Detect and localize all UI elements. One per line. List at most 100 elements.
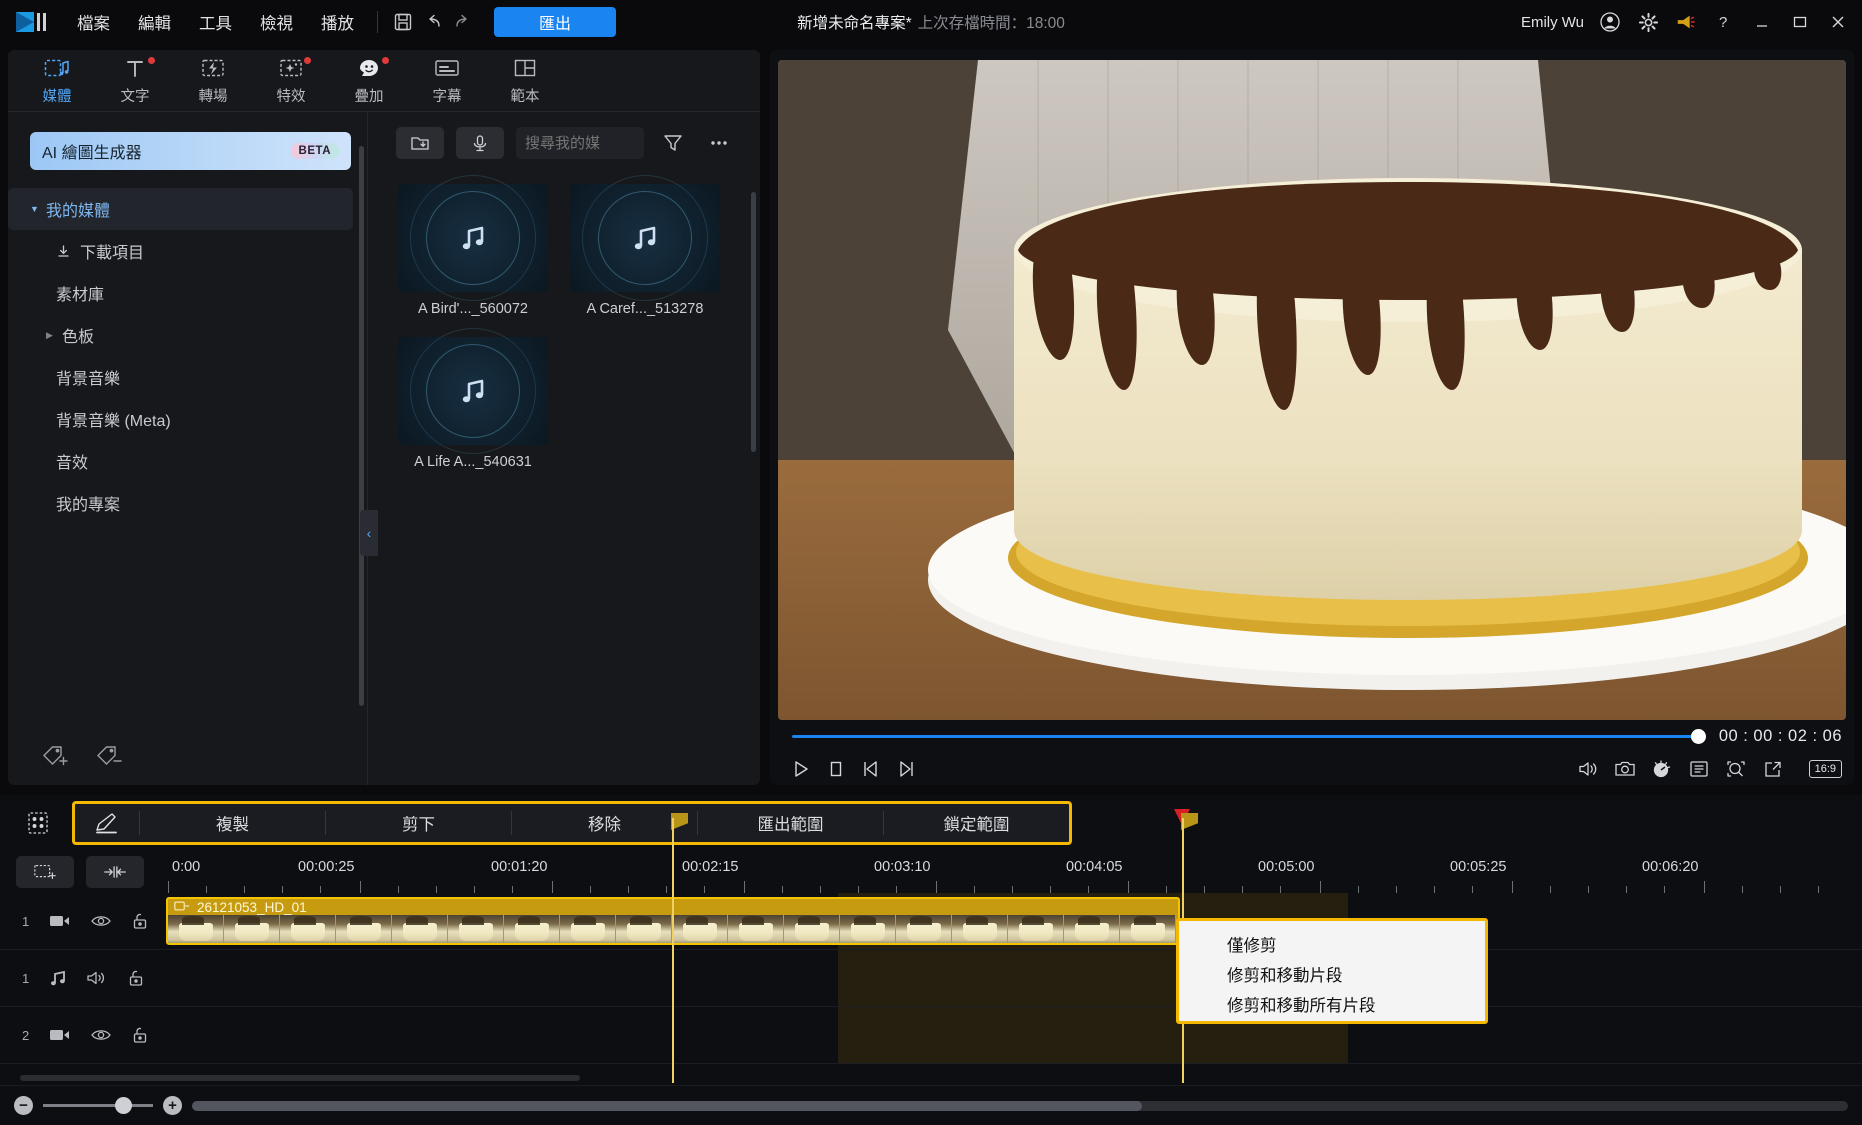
tab-template[interactable]: 範本	[486, 52, 564, 110]
media-thumbnail[interactable]	[570, 184, 720, 292]
eye-icon[interactable]	[90, 913, 112, 929]
library-tree-scrollbar[interactable]	[359, 146, 364, 706]
track-lane-video-1[interactable]: 26121053_HD_01	[166, 893, 1862, 949]
sidebar-item-sound-effects[interactable]: 音效	[8, 440, 353, 482]
preview-frame-image	[778, 60, 1846, 720]
tab-effect[interactable]: 特效	[252, 52, 330, 110]
maximize-icon[interactable]	[1786, 8, 1814, 36]
video-editor-app: 檔案 編輯 工具 檢視 播放 匯出	[0, 0, 1862, 1125]
prev-frame-icon[interactable]	[860, 758, 882, 780]
megaphone-icon[interactable]	[1672, 8, 1700, 36]
range-cut-button[interactable]: 剪下	[326, 811, 511, 835]
tag-add-icon[interactable]	[40, 742, 70, 773]
tag-remove-icon[interactable]	[94, 742, 124, 773]
menu-edit[interactable]: 編輯	[125, 5, 184, 39]
stop-icon[interactable]	[825, 758, 847, 780]
sidebar-item-my-media[interactable]: ▼ 我的媒體	[8, 188, 353, 230]
menu-play[interactable]: 播放	[308, 5, 367, 39]
media-thumbnail[interactable]	[398, 184, 548, 292]
ruler-label: 0:00	[172, 859, 200, 875]
unlock-icon[interactable]	[131, 912, 149, 930]
sidebar-item-stock-library[interactable]: 素材庫	[8, 272, 353, 314]
ruler-tick	[628, 886, 629, 893]
media-thumbnail[interactable]	[398, 337, 548, 445]
sidebar-item-background-music[interactable]: 背景音樂	[8, 356, 353, 398]
tab-overlay[interactable]: 疊加	[330, 52, 408, 110]
range-lock-button[interactable]: 鎖定範圍	[884, 811, 1069, 835]
close-icon[interactable]	[1824, 8, 1852, 36]
detach-window-icon[interactable]	[1762, 759, 1784, 779]
menu-view[interactable]: 檢視	[247, 5, 306, 39]
context-menu-item-trim-move-all[interactable]: 修剪和移動所有片段	[1179, 989, 1485, 1019]
account-icon[interactable]	[1596, 8, 1624, 36]
timeline-view-icon[interactable]	[16, 804, 60, 842]
zoom-slider-handle[interactable]	[115, 1097, 132, 1114]
menu-file[interactable]: 檔案	[64, 5, 123, 39]
unlock-icon[interactable]	[127, 969, 145, 987]
search-input[interactable]	[525, 135, 635, 152]
aspect-ratio-badge[interactable]: 16:9	[1809, 760, 1842, 778]
timeline-inner-scroll-thumb[interactable]	[20, 1075, 580, 1081]
zoom-slider[interactable]	[43, 1104, 153, 1107]
timeline-scroll-thumb[interactable]	[192, 1101, 1142, 1111]
sidebar-item-my-projects[interactable]: 我的專案	[8, 482, 353, 524]
sidebar-item-downloads[interactable]: 下載項目	[8, 230, 353, 272]
import-media-icon[interactable]	[396, 127, 444, 159]
sidebar-item-label: 背景音樂	[56, 365, 120, 389]
redo-icon[interactable]	[448, 7, 478, 37]
range-export-button[interactable]: 匯出範圍	[698, 811, 883, 835]
volume-icon[interactable]	[1577, 759, 1599, 779]
context-menu-item-trim-move-clip[interactable]: 修剪和移動片段	[1179, 959, 1485, 989]
gear-icon[interactable]	[1634, 8, 1662, 36]
range-copy-button[interactable]: 複製	[140, 811, 325, 835]
track-lane-audio-1[interactable]	[166, 950, 1862, 1006]
undo-icon[interactable]	[418, 7, 448, 37]
display-quality-icon[interactable]	[1651, 759, 1673, 779]
add-track-icon[interactable]	[16, 856, 74, 888]
more-options-icon[interactable]	[702, 127, 736, 159]
media-item[interactable]: A Bird'..._560072	[398, 184, 548, 317]
menu-tools[interactable]: 工具	[186, 5, 245, 39]
help-icon[interactable]: ?	[1710, 8, 1738, 36]
media-grid-scrollbar[interactable]	[751, 192, 756, 452]
seek-slider[interactable]	[792, 735, 1699, 738]
save-icon[interactable]	[388, 7, 418, 37]
speaker-icon[interactable]	[86, 970, 108, 986]
chevron-left-icon[interactable]: ‹	[360, 510, 378, 556]
next-frame-icon[interactable]	[895, 758, 917, 780]
ai-image-generator-button[interactable]: AI 繪圖生成器 BETA	[30, 132, 351, 170]
seek-handle[interactable]	[1691, 729, 1706, 744]
range-remove-button[interactable]: 移除	[512, 811, 697, 835]
ripple-edit-icon[interactable]	[86, 856, 144, 888]
timeline-inner-scrollbar[interactable]	[0, 1075, 1862, 1083]
track-lane-video-2[interactable]	[166, 1007, 1862, 1063]
timeline-ruler[interactable]: 0:00 00:00:25 00:01:20 00:02:15 00:03:10…	[166, 851, 1862, 893]
zoom-out-icon[interactable]: −	[14, 1096, 33, 1115]
range-selection-icon[interactable]	[75, 810, 139, 836]
media-item[interactable]: A Caref..._513278	[570, 184, 720, 317]
minimize-icon[interactable]	[1748, 8, 1776, 36]
tab-overlay-label: 疊加	[355, 85, 384, 106]
tab-subtitle[interactable]: 字幕	[408, 52, 486, 110]
sidebar-item-color-boards[interactable]: ▶ 色板	[8, 314, 353, 356]
sidebar-item-label: 素材庫	[56, 281, 104, 305]
video-preview[interactable]	[778, 60, 1846, 720]
tab-text[interactable]: 文字	[96, 52, 174, 110]
media-item[interactable]: A Life A..._540631	[398, 337, 548, 470]
sidebar-item-background-music-meta[interactable]: 背景音樂 (Meta)	[8, 398, 353, 440]
zoom-in-icon[interactable]: +	[163, 1096, 182, 1115]
search-input-wrap[interactable]	[516, 127, 644, 159]
play-icon[interactable]	[790, 758, 812, 780]
context-menu-item-trim-only[interactable]: 僅修剪	[1179, 929, 1485, 959]
notes-icon[interactable]	[1688, 759, 1710, 779]
export-button[interactable]: 匯出	[494, 7, 616, 37]
snapshot-icon[interactable]	[1614, 759, 1636, 779]
microphone-icon[interactable]	[456, 127, 504, 159]
tab-media[interactable]: 媒體	[18, 52, 96, 110]
filter-icon[interactable]	[656, 127, 690, 159]
tab-transition[interactable]: 轉場	[174, 52, 252, 110]
zoom-fit-icon[interactable]	[1725, 759, 1747, 779]
unlock-icon[interactable]	[131, 1026, 149, 1044]
eye-icon[interactable]	[90, 1027, 112, 1043]
timeline-horizontal-scrollbar[interactable]	[192, 1101, 1848, 1111]
